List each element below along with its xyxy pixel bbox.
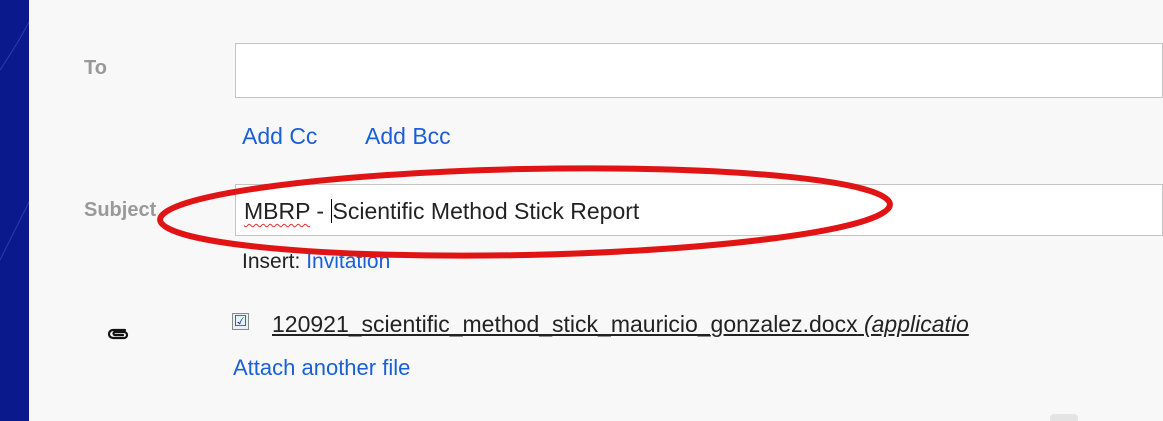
subject-value: MBRP - Scientific Method Stick Report [244, 198, 639, 225]
insert-label: Insert: [242, 250, 301, 273]
subject-main-text: Scientific Method Stick Report [332, 198, 640, 224]
add-bcc-link[interactable]: Add Bcc [365, 123, 451, 150]
insert-invitation-link[interactable]: Invitation [306, 250, 390, 273]
attachment-checkbox[interactable]: ☑ [232, 313, 249, 330]
insert-row: Insert: Invitation [242, 250, 390, 274]
paperclip-icon [107, 328, 129, 340]
to-field[interactable] [235, 43, 1163, 98]
attach-another-file-link[interactable]: Attach another file [233, 355, 410, 381]
subject-label: Subject [84, 199, 157, 221]
attachment-filename-link[interactable]: 120921_scientific_method_stick_mauricio_… [272, 311, 969, 338]
subject-misspelled-word: MBRP [244, 198, 311, 224]
scrollbar-thumb[interactable] [1050, 414, 1078, 421]
text-cursor [330, 199, 332, 223]
attachment-mime-type: (applicatio [863, 311, 969, 337]
compose-panel: To Add Cc Add Bcc Subject MBRP - Scienti… [29, 0, 1163, 421]
subject-separator: - [310, 198, 331, 224]
subject-field[interactable]: MBRP - Scientific Method Stick Report [235, 184, 1163, 236]
to-label: To [84, 57, 107, 79]
attachment-filename: 120921_scientific_method_stick_mauricio_… [272, 311, 858, 337]
add-cc-link[interactable]: Add Cc [242, 123, 317, 150]
